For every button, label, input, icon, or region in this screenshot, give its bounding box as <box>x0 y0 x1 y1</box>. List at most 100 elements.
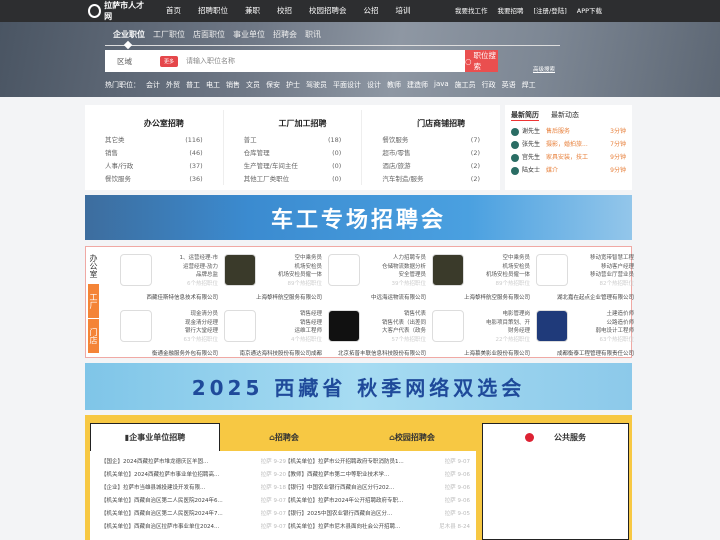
hot-job[interactable]: 保安 <box>266 80 280 90</box>
category-title[interactable]: 门店商铺招聘 <box>382 118 500 129</box>
company-card[interactable]: 现金清分员 现金清分经理 银行大堂经理 63个热招职位 衡通金融服务外包有限公司 <box>116 306 220 358</box>
job-title[interactable]: 现金清分员 <box>184 310 218 319</box>
hot-job[interactable]: 外贸 <box>166 80 180 90</box>
resume-item[interactable]: 张先生 摄影，婚拍旅... 7分钟 <box>511 138 626 151</box>
logo[interactable]: 拉萨市人才网 <box>88 1 148 21</box>
job-title[interactable]: 运营经理-劢力 <box>180 263 218 272</box>
hot-job[interactable]: 教师 <box>387 80 401 90</box>
job-title[interactable]: 公路造价师 <box>595 319 634 328</box>
job-title[interactable]: 移动营业厅营业员 <box>590 271 634 280</box>
job-title[interactable]: 安全管理员 <box>382 271 426 280</box>
news-item[interactable]: 【机关单位】拉萨市尼木县面向社会公开招聘... 尼木县 8-24 <box>285 521 470 534</box>
job-title[interactable]: 仓储物流数据分析 <box>382 263 426 272</box>
job-title[interactable]: 运维工程师 <box>291 327 322 336</box>
hot-job[interactable]: 设计 <box>367 80 381 90</box>
news-item[interactable]: 【国企】2024西藏拉萨市堆龙德庆区羊固... 拉萨 9-29 <box>101 456 286 469</box>
lathe-fair-banner[interactable]: 车工专场招聘会 <box>85 195 632 240</box>
category-item[interactable]: 餐饮服务 (36) <box>105 173 223 186</box>
news-item[interactable]: 【机关单位】西藏自治区拉萨市事业单位2024... 拉萨 9-07 <box>101 521 286 534</box>
category-item[interactable]: 酒店/旅游 (2) <box>382 160 500 173</box>
category-item[interactable]: 汽车制造/服务 (2) <box>382 173 500 186</box>
login-link[interactable]: [注册/登陆] <box>534 5 567 15</box>
search-button[interactable]: ○ 职位搜索 <box>465 50 498 72</box>
job-title[interactable]: 人力招聘专员 <box>382 254 426 263</box>
job-title[interactable]: 现金清分经理 <box>184 319 218 328</box>
category-item[interactable]: 餐饮服务 (7) <box>382 134 500 147</box>
hot-job[interactable]: 平面设计 <box>333 80 361 90</box>
company-name[interactable]: 上海黎梓航空服务有限公司 <box>220 293 322 301</box>
tab-enterprise-recruit[interactable]: ▮ 企事业单位招聘 <box>90 423 220 451</box>
search-input[interactable]: 请输入职位名称 <box>186 56 235 66</box>
job-title[interactable]: 销售经理 <box>291 310 322 319</box>
job-title[interactable]: 1、运营经理-市 <box>180 254 218 263</box>
company-name[interactable]: 衡通金融服务外包有限公司 <box>116 349 218 357</box>
company-card[interactable]: 空中乘务员 机场安检员 机场安检员僱一体 89个热招职位 上海黎梓航空服务有限公司 <box>220 250 324 302</box>
hot-job[interactable]: 普工 <box>186 80 200 90</box>
job-title[interactable]: 移动客户经理 <box>590 263 634 272</box>
autumn-fair-banner[interactable]: 2025 西藏省 秋季网络双选会 <box>85 363 632 410</box>
more-button[interactable]: 更多 <box>160 55 179 67</box>
nav-jobs[interactable]: 招聘职位 <box>198 5 228 16</box>
job-title[interactable]: 机场安检员 <box>486 263 530 272</box>
hot-job[interactable]: 电工 <box>206 80 220 90</box>
company-name[interactable]: 上海黎梓航空服务有限公司 <box>428 293 530 301</box>
company-name[interactable]: 西藏佳斯特信息技术有限公司 <box>116 293 218 301</box>
resume-item[interactable]: 谢先生 售后服务 3分钟 <box>511 125 626 138</box>
tab-job-fair[interactable]: ⌂ 招聘会 <box>220 423 348 451</box>
company-card[interactable]: 销售经理 销售经理 运维工程师 4个热招职位 南京通达海科技股份有限公司成都 <box>220 306 324 358</box>
job-title[interactable]: 销售经理 <box>291 319 322 328</box>
hot-job[interactable]: 会计 <box>146 80 160 90</box>
advanced-search-link[interactable]: 高级搜索 <box>533 65 555 73</box>
job-title[interactable]: 土建造价师 <box>595 310 634 319</box>
news-item[interactable]: 【机关单位】2024西藏拉萨市事业单位招聘高... 拉萨 9-20 <box>101 469 286 482</box>
job-title[interactable]: 大客户代表（政务 <box>382 327 426 336</box>
tab-fair[interactable]: 招聘会 <box>273 29 297 40</box>
hot-job[interactable]: 驾驶员 <box>306 80 327 90</box>
job-title[interactable]: 弱电设计工程师 <box>595 327 634 336</box>
nav-public[interactable]: 公招 <box>364 5 379 16</box>
job-title[interactable]: 移动宽带智慧工程 <box>590 254 634 263</box>
nav-parttime[interactable]: 兼职 <box>245 5 260 16</box>
side-tab-store[interactable]: 门店 <box>88 319 99 354</box>
company-name[interactable]: 北京拓普丰联信息科技股份有限公司 <box>324 349 426 357</box>
category-item[interactable]: 超市/零售 (2) <box>382 147 500 160</box>
category-item[interactable]: 其它类 (116) <box>105 134 223 147</box>
category-item[interactable]: 其他工厂类职位 (0) <box>244 173 362 186</box>
job-title[interactable]: 销售代表（出差同 <box>382 319 426 328</box>
category-item[interactable]: 人事/行政 (37) <box>105 160 223 173</box>
company-name[interactable]: 中远海运物流有限公司 <box>324 293 426 301</box>
job-title[interactable]: 空中乘务员 <box>278 254 322 263</box>
nav-training[interactable]: 培训 <box>396 5 411 16</box>
hot-job[interactable]: 销售 <box>226 80 240 90</box>
job-title[interactable]: 机场安检员僱一体 <box>278 271 322 280</box>
category-item[interactable]: 普工 (18) <box>244 134 362 147</box>
tab-latest-news[interactable]: 最新动态 <box>551 110 579 121</box>
job-title[interactable]: 品牌总监 <box>180 271 218 280</box>
news-item[interactable]: 【机关单位】西藏自治区第二人民医院2024年7... 拉萨 9-07 <box>101 508 286 521</box>
job-title[interactable]: 电影管理岗 <box>486 310 530 319</box>
tab-enterprise[interactable]: 企业职位 <box>113 29 145 40</box>
tab-institution[interactable]: 事业单位 <box>233 29 265 40</box>
company-name[interactable]: 上海慕美影业股份有限公司 <box>428 349 530 357</box>
hot-job[interactable]: 施工员 <box>455 80 476 90</box>
hot-job[interactable]: java <box>434 80 449 90</box>
company-card[interactable]: 移动宽带智慧工程 移动客户经理 移动营业厅营业员 82个热招职位 湖北嘉在起点企业管理有… <box>532 250 636 302</box>
side-tab-factory[interactable]: 工厂 <box>88 284 99 319</box>
hot-job[interactable]: 行政 <box>482 80 496 90</box>
hot-job[interactable]: 护士 <box>286 80 300 90</box>
nav-campus[interactable]: 校招 <box>277 5 292 16</box>
recruit-link[interactable]: 我要招聘 <box>498 5 524 15</box>
hot-job[interactable]: 建造师 <box>407 80 428 90</box>
nav-home[interactable]: 首页 <box>166 5 181 16</box>
category-item[interactable]: 销售 (46) <box>105 147 223 160</box>
company-card[interactable]: 空中乘务员 机场安检员 机场安检员僱一体 89个热招职位 上海黎梓航空服务有限公司 <box>428 250 532 302</box>
hot-job[interactable]: 英语 <box>502 80 516 90</box>
find-job-link[interactable]: 我要找工作 <box>455 5 488 15</box>
area-select[interactable]: 区域 <box>105 56 160 67</box>
resume-item[interactable]: 陆女士 媒介 9分钟 <box>511 164 626 177</box>
news-item[interactable]: 【银行】中国农业银行西藏自治区分行202... 拉萨 9-06 <box>285 482 470 495</box>
job-title[interactable]: 空中乘务员 <box>486 254 530 263</box>
category-title[interactable]: 办公室招聘 <box>105 118 223 129</box>
company-card[interactable]: 人力招聘专员 仓储物流数据分析 安全管理员 39个热招职位 中远海运物流有限公司 <box>324 250 428 302</box>
news-item[interactable]: 【机关单位】拉萨市公开招聘政府专职消防员1... 拉萨 9-07 <box>285 456 470 469</box>
